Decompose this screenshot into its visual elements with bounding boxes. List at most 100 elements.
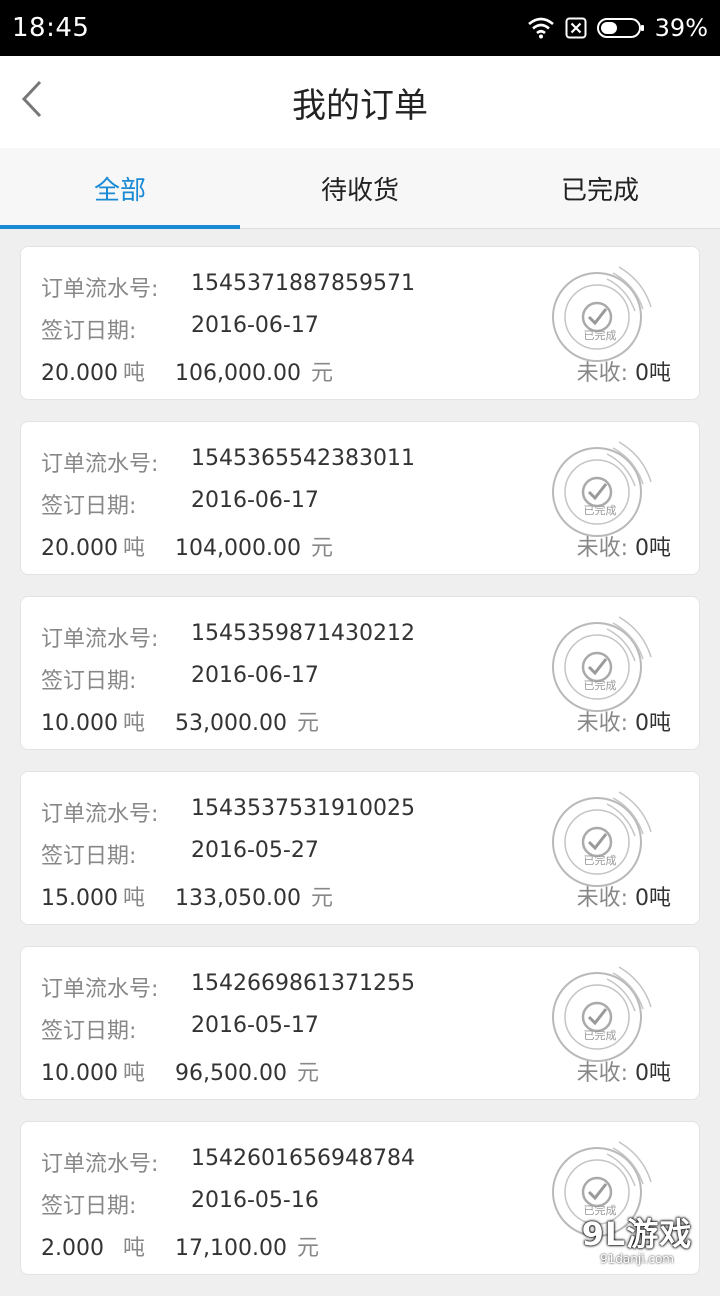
- order-date-row: 签订日期: 2016-05-27: [41, 838, 319, 870]
- order-serial-row: 订单流水号: 1542601656948784: [41, 1146, 415, 1178]
- date-value: 2016-06-17: [191, 488, 319, 513]
- price-value: 104,000.00: [175, 536, 301, 561]
- remain-label: 未收:: [576, 361, 628, 386]
- yuan-unit: 元: [310, 361, 333, 386]
- ton-unit: 吨: [123, 1236, 146, 1261]
- order-serial-row: 订单流水号: 1545371887859571: [41, 271, 415, 303]
- price-value: 53,000.00: [175, 711, 287, 736]
- order-serial-row: 订单流水号: 1545359871430212: [41, 621, 415, 653]
- yuan-unit: 元: [310, 886, 333, 911]
- remaining-quantity: 未收: 0吨: [577, 880, 671, 912]
- svg-text:已完成: 已完成: [584, 1028, 617, 1042]
- serial-label: 订单流水号:: [41, 1152, 159, 1177]
- serial-value: 1545371887859571: [191, 271, 415, 296]
- price-value: 17,100.00: [175, 1236, 287, 1261]
- order-amount-row: 20.000 吨 104,000.00 元: [41, 530, 333, 562]
- order-date-row: 签订日期: 2016-05-17: [41, 1013, 319, 1045]
- svg-text:已完成: 已完成: [584, 853, 617, 867]
- status-icons: 39%: [527, 14, 708, 42]
- back-button[interactable]: [14, 76, 50, 126]
- no-sim-icon: [565, 17, 587, 39]
- order-date-row: 签订日期: 2016-06-17: [41, 313, 319, 345]
- ton-value: 20.000: [41, 361, 118, 386]
- price-value: 96,500.00: [175, 1061, 287, 1086]
- svg-text:已完成: 已完成: [584, 503, 617, 517]
- completed-stamp-icon: 已完成: [549, 259, 659, 369]
- ton-unit: 吨: [123, 536, 146, 561]
- remaining-quantity: 未收: 0吨: [577, 1055, 671, 1087]
- order-list: 订单流水号: 1545371887859571 签订日期: 2016-06-17…: [20, 246, 700, 1296]
- page-title: 我的订单: [292, 85, 428, 126]
- order-amount-row: 10.000 吨 96,500.00 元: [41, 1055, 319, 1087]
- serial-value: 1545359871430212: [191, 621, 415, 646]
- tab-completed[interactable]: 已完成: [480, 148, 720, 228]
- date-value: 2016-06-17: [191, 663, 319, 688]
- yuan-unit: 元: [296, 1061, 319, 1086]
- header: 我的订单: [0, 56, 720, 149]
- yuan-unit: 元: [296, 1236, 319, 1261]
- date-label: 签订日期:: [41, 1194, 137, 1219]
- date-value: 2016-06-17: [191, 313, 319, 338]
- ton-value: 15.000: [41, 886, 118, 911]
- order-serial-row: 订单流水号: 1543537531910025: [41, 796, 415, 828]
- date-label: 签订日期:: [41, 319, 137, 344]
- remain-value: 0吨: [635, 361, 671, 386]
- serial-label: 订单流水号:: [41, 627, 159, 652]
- order-card[interactable]: 订单流水号: 1545371887859571 签订日期: 2016-06-17…: [20, 246, 700, 400]
- wifi-icon: [527, 17, 555, 39]
- tab-pending-receipt[interactable]: 待收货: [240, 148, 480, 228]
- remain-label: 未收:: [576, 1061, 628, 1086]
- serial-label: 订单流水号:: [41, 977, 159, 1002]
- serial-value: 1543537531910025: [191, 796, 415, 821]
- chevron-left-icon: [18, 79, 46, 123]
- completed-stamp-icon: 已完成: [549, 784, 659, 894]
- price-value: 106,000.00: [175, 361, 301, 386]
- ton-value: 10.000: [41, 711, 118, 736]
- price-value: 133,050.00: [175, 886, 301, 911]
- order-tabs: 全部 待收货 已完成: [0, 148, 720, 229]
- date-value: 2016-05-16: [191, 1188, 319, 1213]
- remain-label: 未收:: [576, 711, 628, 736]
- order-card[interactable]: 订单流水号: 1542669861371255 签订日期: 2016-05-17…: [20, 946, 700, 1100]
- order-date-row: 签订日期: 2016-06-17: [41, 488, 319, 520]
- status-time: 18:45: [12, 13, 90, 43]
- serial-value: 1545365542383011: [191, 446, 415, 471]
- date-label: 签订日期:: [41, 494, 137, 519]
- remain-value: 0吨: [635, 711, 671, 736]
- remain-value: 0吨: [635, 536, 671, 561]
- order-date-row: 签订日期: 2016-06-17: [41, 663, 319, 695]
- ton-value: 2.000: [41, 1236, 104, 1261]
- watermark-domain: 91danji.com: [600, 1252, 674, 1266]
- order-amount-row: 10.000 吨 53,000.00 元: [41, 705, 319, 737]
- serial-label: 订单流水号:: [41, 802, 159, 827]
- watermark-brand: 9L游戏: [581, 1215, 693, 1253]
- status-bar: 18:45 39%: [0, 0, 720, 56]
- remain-label: 未收:: [576, 886, 628, 911]
- ton-value: 10.000: [41, 1061, 118, 1086]
- order-card[interactable]: 订单流水号: 1545365542383011 签订日期: 2016-06-17…: [20, 421, 700, 575]
- remain-value: 0吨: [635, 886, 671, 911]
- completed-stamp-icon: 已完成: [549, 434, 659, 544]
- serial-label: 订单流水号:: [41, 277, 159, 302]
- order-serial-row: 订单流水号: 1545365542383011: [41, 446, 415, 478]
- ton-unit: 吨: [123, 711, 146, 736]
- ton-unit: 吨: [123, 361, 146, 386]
- order-date-row: 签订日期: 2016-05-16: [41, 1188, 319, 1220]
- serial-value: 1542601656948784: [191, 1146, 415, 1171]
- yuan-unit: 元: [296, 711, 319, 736]
- ton-unit: 吨: [123, 886, 146, 911]
- completed-stamp-icon: 已完成: [549, 609, 659, 719]
- serial-label: 订单流水号:: [41, 452, 159, 477]
- svg-text:已完成: 已完成: [584, 678, 617, 692]
- order-amount-row: 20.000 吨 106,000.00 元: [41, 355, 333, 387]
- date-value: 2016-05-27: [191, 838, 319, 863]
- svg-text:已完成: 已完成: [584, 328, 617, 342]
- yuan-unit: 元: [310, 536, 333, 561]
- tab-all[interactable]: 全部: [0, 148, 240, 229]
- date-label: 签订日期:: [41, 669, 137, 694]
- order-card[interactable]: 订单流水号: 1543537531910025 签订日期: 2016-05-27…: [20, 771, 700, 925]
- ton-value: 20.000: [41, 536, 118, 561]
- site-watermark-logo: 9L游戏 91danji.com: [562, 1216, 712, 1270]
- completed-stamp-icon: 已完成: [549, 959, 659, 1069]
- order-card[interactable]: 订单流水号: 1545359871430212 签订日期: 2016-06-17…: [20, 596, 700, 750]
